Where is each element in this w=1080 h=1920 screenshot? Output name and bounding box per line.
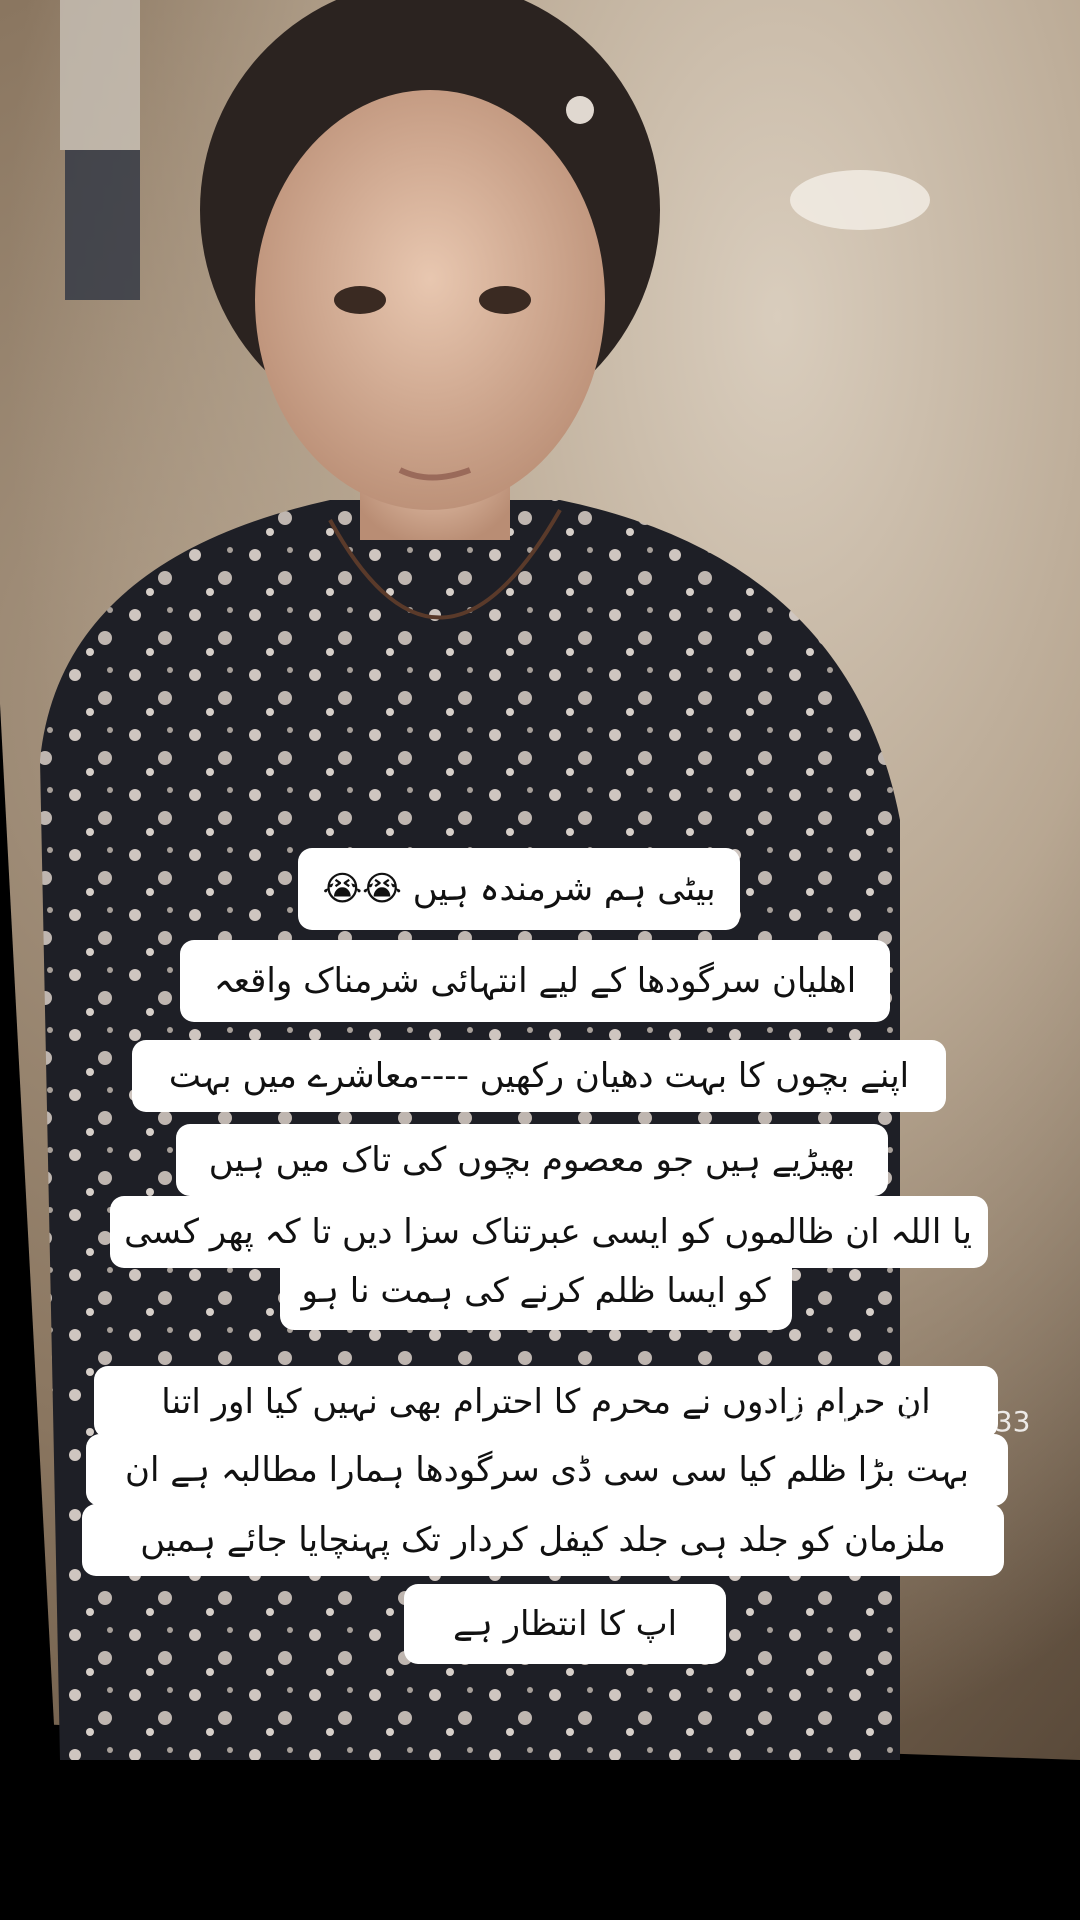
caption-line-2: اھلیان سرگودھا کے لیے انتہائی شرمناک واق… — [180, 940, 890, 1022]
bg-figure-top — [60, 0, 140, 150]
bg-light-patch — [790, 170, 930, 230]
caption-line-4: بھیڑیے ہیں جو معصوم بچوں کی تاک میں ہیں — [176, 1124, 888, 1196]
caption-line-10: اپ کا انتظار ہے — [404, 1584, 726, 1664]
hair-clip — [566, 96, 594, 124]
caption-line-9: ملزمان کو جلد ہی جلد کیفل کردار تک پہنچا… — [82, 1504, 1004, 1576]
caption-line-6: کو ایسا ظلم کرنے کی ہمت نا ہو — [280, 1252, 792, 1330]
caption-line-8: بہت بڑا ظلم کیا سی سی ڈی سرگودھا ہمارا م… — [86, 1434, 1008, 1506]
left-eye — [334, 286, 386, 314]
face — [255, 90, 605, 510]
caption-line-3: اپنے بچوں کا بہت دھیان رکھیں ----معاشرے … — [132, 1040, 946, 1112]
right-eye — [479, 286, 531, 314]
watermark-handle: @jauharabad333 — [790, 1405, 1031, 1438]
bg-figure-legs — [65, 150, 140, 300]
post-image: بیٹی ہم شرمندہ ہیں 😭😭 اھلیان سرگودھا کے … — [0, 0, 1080, 1920]
caption-line-1: بیٹی ہم شرمندہ ہیں 😭😭 — [298, 848, 740, 930]
